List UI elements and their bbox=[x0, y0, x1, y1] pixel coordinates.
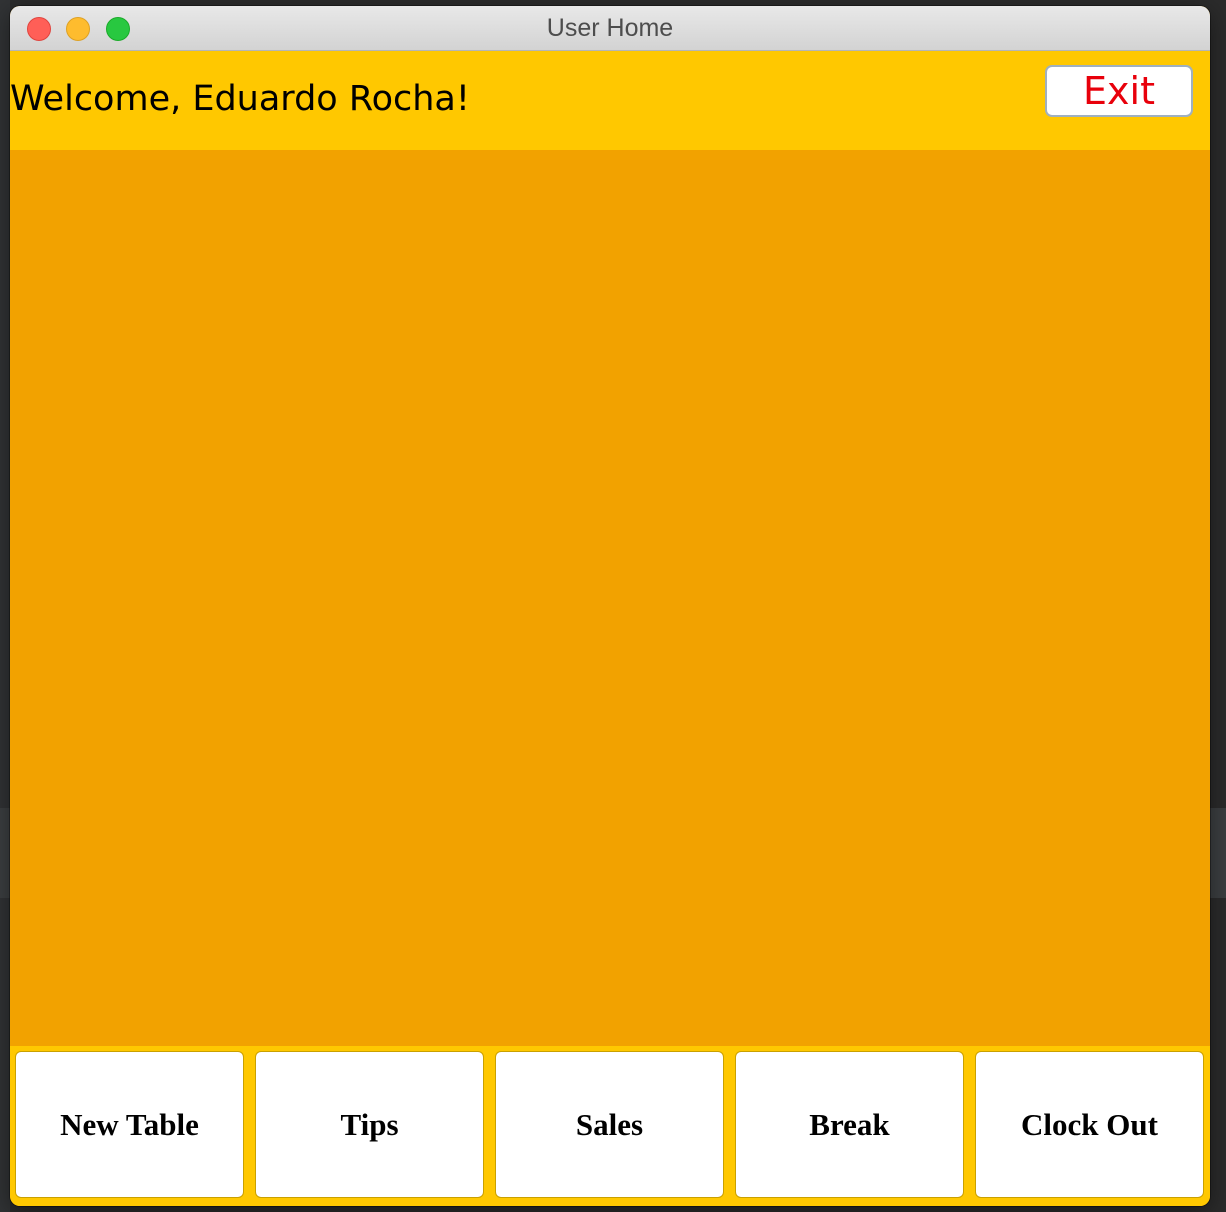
clock-out-button[interactable]: Clock Out bbox=[975, 1051, 1204, 1198]
editor-gutter bbox=[0, 0, 10, 1212]
main-content-area bbox=[10, 150, 1210, 1046]
action-button-bar: New Table Tips Sales Break Clock Out bbox=[10, 1046, 1210, 1206]
header-bar: Welcome, Eduardo Rocha! Exit bbox=[10, 51, 1210, 150]
title-bar[interactable]: User Home bbox=[10, 6, 1210, 51]
tips-button[interactable]: Tips bbox=[255, 1051, 484, 1198]
break-button[interactable]: Break bbox=[735, 1051, 964, 1198]
welcome-label: Welcome, Eduardo Rocha! bbox=[10, 79, 470, 119]
new-table-button[interactable]: New Table bbox=[15, 1051, 244, 1198]
window-title: User Home bbox=[546, 14, 674, 42]
user-home-window: User Home Welcome, Eduardo Rocha! Exit N… bbox=[10, 6, 1210, 1206]
sales-button[interactable]: Sales bbox=[495, 1051, 724, 1198]
exit-button[interactable]: Exit bbox=[1045, 65, 1193, 117]
